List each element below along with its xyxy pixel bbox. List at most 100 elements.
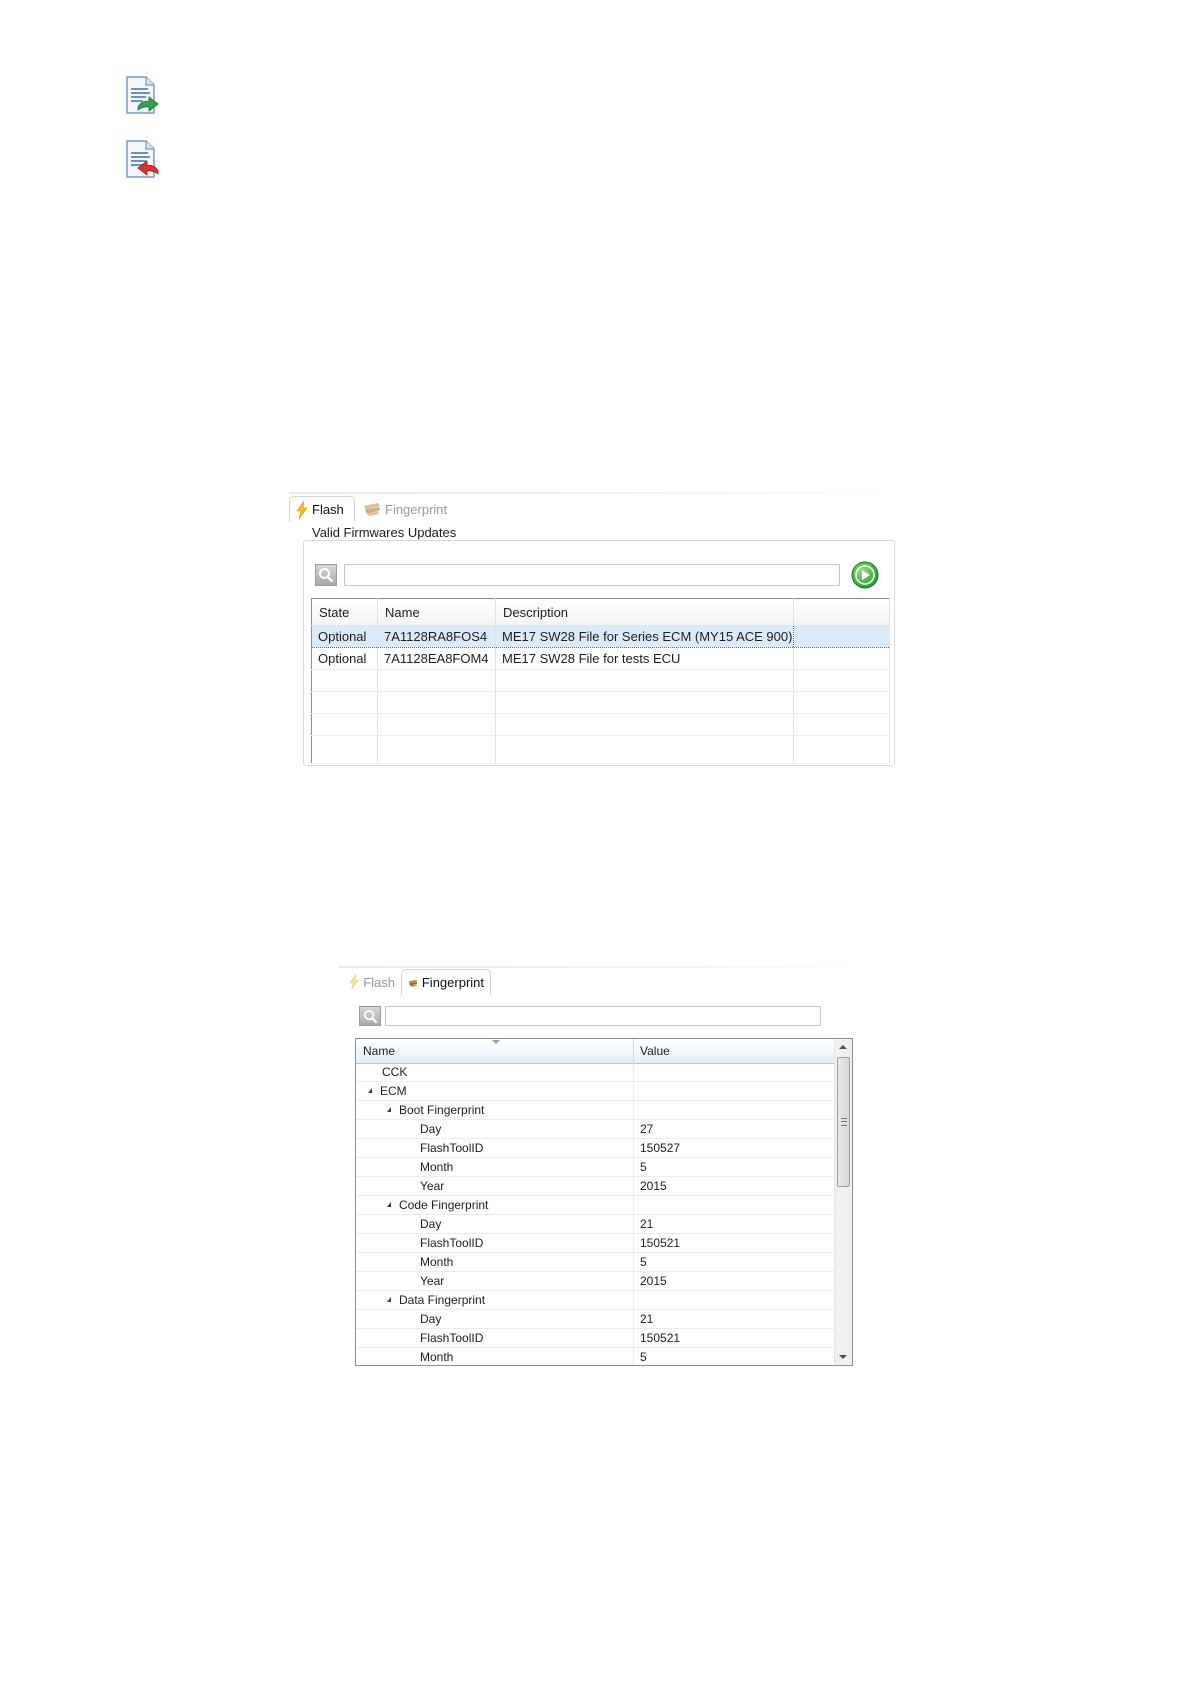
- tree-row[interactable]: Data Fingerprint: [356, 1291, 834, 1310]
- cell-name: 7A1128EA8FOM4: [377, 647, 496, 670]
- tree-node-label: Year: [420, 1179, 445, 1193]
- tree-node-label: FlashToolID: [420, 1331, 484, 1345]
- column-header-state[interactable]: State: [311, 598, 378, 626]
- tree-row[interactable]: Day 21: [356, 1310, 834, 1329]
- group-title: Valid Firmwares Updates: [309, 525, 460, 540]
- fingerprint-search-input[interactable]: [385, 1006, 821, 1026]
- tree-cell-name: FlashToolID: [356, 1139, 634, 1157]
- table-row[interactable]: Optional 7A1128RA8FOS4 ME17 SW28 File fo…: [311, 625, 890, 648]
- table-header: State Name Description: [311, 598, 890, 626]
- column-header-label: Name: [363, 1044, 396, 1058]
- tree-cell-name: ECM: [356, 1082, 634, 1100]
- tree-cell-value: [634, 1063, 834, 1081]
- tree-row[interactable]: Day 27: [356, 1120, 834, 1139]
- search-button[interactable]: [315, 564, 337, 586]
- sort-arrow-icon: [492, 1040, 500, 1044]
- cell-state: Optional: [311, 647, 378, 670]
- firmware-search-input[interactable]: [344, 564, 840, 586]
- vertical-scrollbar[interactable]: [834, 1039, 852, 1365]
- tree-row[interactable]: Code Fingerprint: [356, 1196, 834, 1215]
- fingerprint-icon: [408, 979, 418, 987]
- cell-name: 7A1128RA8FOS4: [377, 625, 496, 648]
- tree-cell-value: 5: [640, 1255, 647, 1269]
- tree-node-label: Month: [420, 1160, 454, 1174]
- tree-cell-name: Year: [356, 1272, 634, 1290]
- expand-triangle-icon[interactable]: [368, 1088, 372, 1094]
- tree-row[interactable]: Month 5: [356, 1253, 834, 1272]
- tree-row[interactable]: Day 21: [356, 1215, 834, 1234]
- tab-bar: Flash Fingerprint: [289, 492, 905, 524]
- tab-label: Flash: [363, 974, 395, 990]
- tree-cell-value: 150521: [640, 1331, 681, 1345]
- search-icon: [319, 568, 334, 583]
- tree-node-label: Boot Fingerprint: [399, 1103, 485, 1117]
- fingerprint-tree: Name Value CCK ECM Boot Fingerprint Day 27 Fl…: [355, 1038, 853, 1366]
- tree-cell-name: Year: [356, 1177, 634, 1195]
- tree-cell-value: [634, 1291, 834, 1309]
- expand-triangle-icon[interactable]: [387, 1107, 391, 1113]
- column-header-description[interactable]: Description: [495, 598, 794, 626]
- expand-triangle-icon[interactable]: [387, 1297, 391, 1303]
- tree-cell-value: 150527: [640, 1141, 681, 1155]
- tree-cell-name: FlashToolID: [356, 1234, 634, 1252]
- search-icon: [363, 1009, 377, 1023]
- tab-label: Fingerprint: [385, 501, 448, 517]
- tree-cell-name: FlashToolID: [356, 1329, 634, 1347]
- tree-cell-name: Code Fingerprint: [356, 1196, 634, 1214]
- tree-row[interactable]: FlashToolID 150527: [356, 1139, 834, 1158]
- tree-row[interactable]: FlashToolID 150521: [356, 1234, 834, 1253]
- tree-row[interactable]: CCK: [356, 1063, 834, 1082]
- export-document-icon[interactable]: [124, 76, 160, 116]
- tree-cell-value: 21: [640, 1217, 654, 1231]
- tree-node-label: Day: [420, 1122, 442, 1136]
- empty-row: [311, 669, 890, 692]
- tree-row[interactable]: ECM: [356, 1082, 834, 1101]
- tree-cell-name: CCK: [356, 1063, 634, 1081]
- tab-flash[interactable]: Flash: [289, 496, 355, 522]
- lightning-icon: [296, 500, 308, 519]
- tab-fingerprint[interactable]: Fingerprint: [357, 496, 457, 522]
- tab-fingerprint[interactable]: Fingerprint: [401, 969, 491, 995]
- firmware-table: State Name Description Optional 7A1128RA…: [311, 598, 890, 764]
- tab-flash[interactable]: Flash: [343, 969, 401, 995]
- tree-cell-value: [634, 1101, 834, 1119]
- column-header-value[interactable]: Value: [634, 1039, 834, 1063]
- tree-node-label: FlashToolID: [420, 1141, 484, 1155]
- tree-node-label: Day: [420, 1217, 442, 1231]
- tree-row[interactable]: Year 2015: [356, 1177, 834, 1196]
- cell-description: ME17 SW28 File for tests ECU: [495, 647, 794, 670]
- cell-description: ME17 SW28 File for Series ECM (MY15 ACE …: [495, 625, 794, 648]
- cell-state: Optional: [311, 625, 378, 648]
- column-header-filler: [793, 598, 890, 626]
- tree-node-label: Day: [420, 1312, 442, 1326]
- import-document-icon[interactable]: [124, 140, 160, 180]
- column-header-name[interactable]: Name: [377, 598, 496, 626]
- scroll-thumb[interactable]: [837, 1057, 850, 1187]
- tree-row[interactable]: Month 5: [356, 1158, 834, 1177]
- tree-row[interactable]: Boot Fingerprint: [356, 1101, 834, 1120]
- tree-cell-name: Day: [356, 1215, 634, 1233]
- tree-row[interactable]: Month 5: [356, 1348, 834, 1365]
- tree-rows: CCK ECM Boot Fingerprint Day 27 FlashToolID 15…: [356, 1063, 834, 1365]
- tree-cell-value: 5: [640, 1350, 647, 1364]
- tree-row[interactable]: Year 2015: [356, 1272, 834, 1291]
- tree-node-label: CCK: [382, 1065, 408, 1079]
- empty-row: [311, 691, 890, 714]
- expand-triangle-icon[interactable]: [387, 1202, 391, 1208]
- tree-row[interactable]: FlashToolID 150521: [356, 1329, 834, 1348]
- lightning-icon: [349, 974, 359, 990]
- table-row[interactable]: Optional 7A1128EA8FOM4 ME17 SW28 File fo…: [311, 647, 890, 670]
- column-header-name[interactable]: Name: [356, 1039, 634, 1063]
- scroll-down-icon[interactable]: [839, 1355, 847, 1359]
- search-button[interactable]: [359, 1006, 381, 1026]
- scroll-up-icon[interactable]: [839, 1045, 847, 1049]
- tree-node-label: Month: [420, 1350, 454, 1364]
- tree-cell-name: Month: [356, 1253, 634, 1271]
- tree-node-label: Code Fingerprint: [399, 1198, 489, 1212]
- play-icon[interactable]: [851, 561, 879, 589]
- tree-cell-value: 150521: [640, 1236, 681, 1250]
- tree-node-label: FlashToolID: [420, 1236, 484, 1250]
- grip-icon: [841, 1118, 847, 1126]
- fingerprint-panel: Flash Fingerprint Name Value CCK ECM Boot …: [339, 966, 856, 1372]
- fingerprint-icon: [364, 503, 380, 516]
